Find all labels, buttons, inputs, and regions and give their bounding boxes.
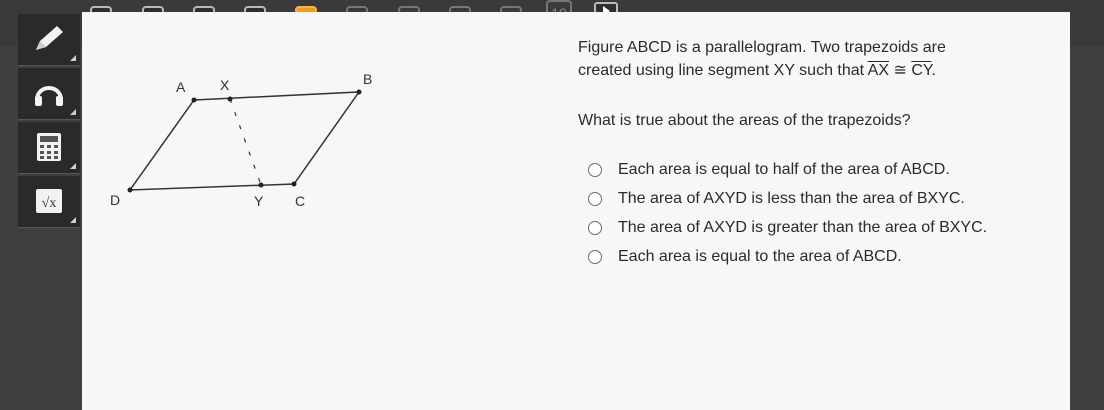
answer-choice-3[interactable]: The area of AXYD is greater than the are… [588, 217, 987, 239]
label-c: C [295, 193, 305, 209]
radio-button[interactable] [588, 221, 602, 235]
audio-tool-button[interactable] [18, 68, 80, 120]
segment-ax: AX [867, 62, 890, 79]
expand-corner-icon [70, 217, 76, 223]
label-a: A [176, 79, 186, 95]
question-line-2: created using line segment XY such that … [578, 62, 936, 79]
point-c [291, 181, 297, 187]
pencil-icon [36, 26, 63, 50]
question-panel: A X B D Y C Figure ABCD is a parallelogr… [82, 12, 1070, 410]
calculator-tool-button[interactable] [18, 122, 80, 174]
choice-text: Each area is equal to the area of ABCD. [618, 248, 902, 265]
expand-corner-icon [70, 55, 76, 61]
point-b [356, 89, 362, 95]
answer-choice-4[interactable]: Each area is equal to the area of ABCD. [588, 246, 902, 268]
headphones-icon [35, 86, 63, 106]
expand-corner-icon [70, 109, 76, 115]
answer-choice-2[interactable]: The area of AXYD is less than the area o… [588, 188, 965, 210]
segment-cy: CY [911, 62, 932, 79]
label-b: B [363, 71, 372, 87]
reference-tool-button[interactable]: √x [18, 176, 80, 228]
parallelogram-abcd [128, 91, 361, 191]
answer-choice-1[interactable]: Each area is equal to half of the area o… [588, 159, 950, 181]
question-line-1: Figure ABCD is a parallelogram. Two trap… [578, 39, 946, 56]
svg-text:√x: √x [42, 196, 57, 211]
label-x: X [220, 77, 230, 93]
radio-button[interactable] [588, 163, 602, 177]
label-y: Y [254, 193, 264, 209]
segment-xy [229, 98, 262, 186]
choice-text: The area of AXYD is less than the area o… [618, 190, 965, 207]
expand-corner-icon [70, 163, 76, 169]
label-d: D [110, 192, 120, 208]
parallelogram-figure: A X B D Y C [110, 71, 372, 209]
point-a [191, 97, 197, 103]
choice-text: Each area is equal to half of the area o… [618, 161, 950, 178]
calculator-icon [37, 133, 61, 161]
sqrt-icon: √x [36, 189, 62, 213]
radio-button[interactable] [588, 192, 602, 206]
radio-button[interactable] [588, 250, 602, 264]
pencil-tool-button[interactable] [18, 14, 80, 66]
point-d [127, 187, 133, 193]
point-x [227, 96, 233, 102]
point-y [258, 182, 264, 188]
question-prompt: What is true about the areas of the trap… [578, 112, 911, 129]
choice-text: The area of AXYD is greater than the are… [618, 219, 988, 236]
tool-sidebar: √x [18, 14, 84, 232]
question-text: Figure ABCD is a parallelogram. Two trap… [578, 36, 1018, 82]
